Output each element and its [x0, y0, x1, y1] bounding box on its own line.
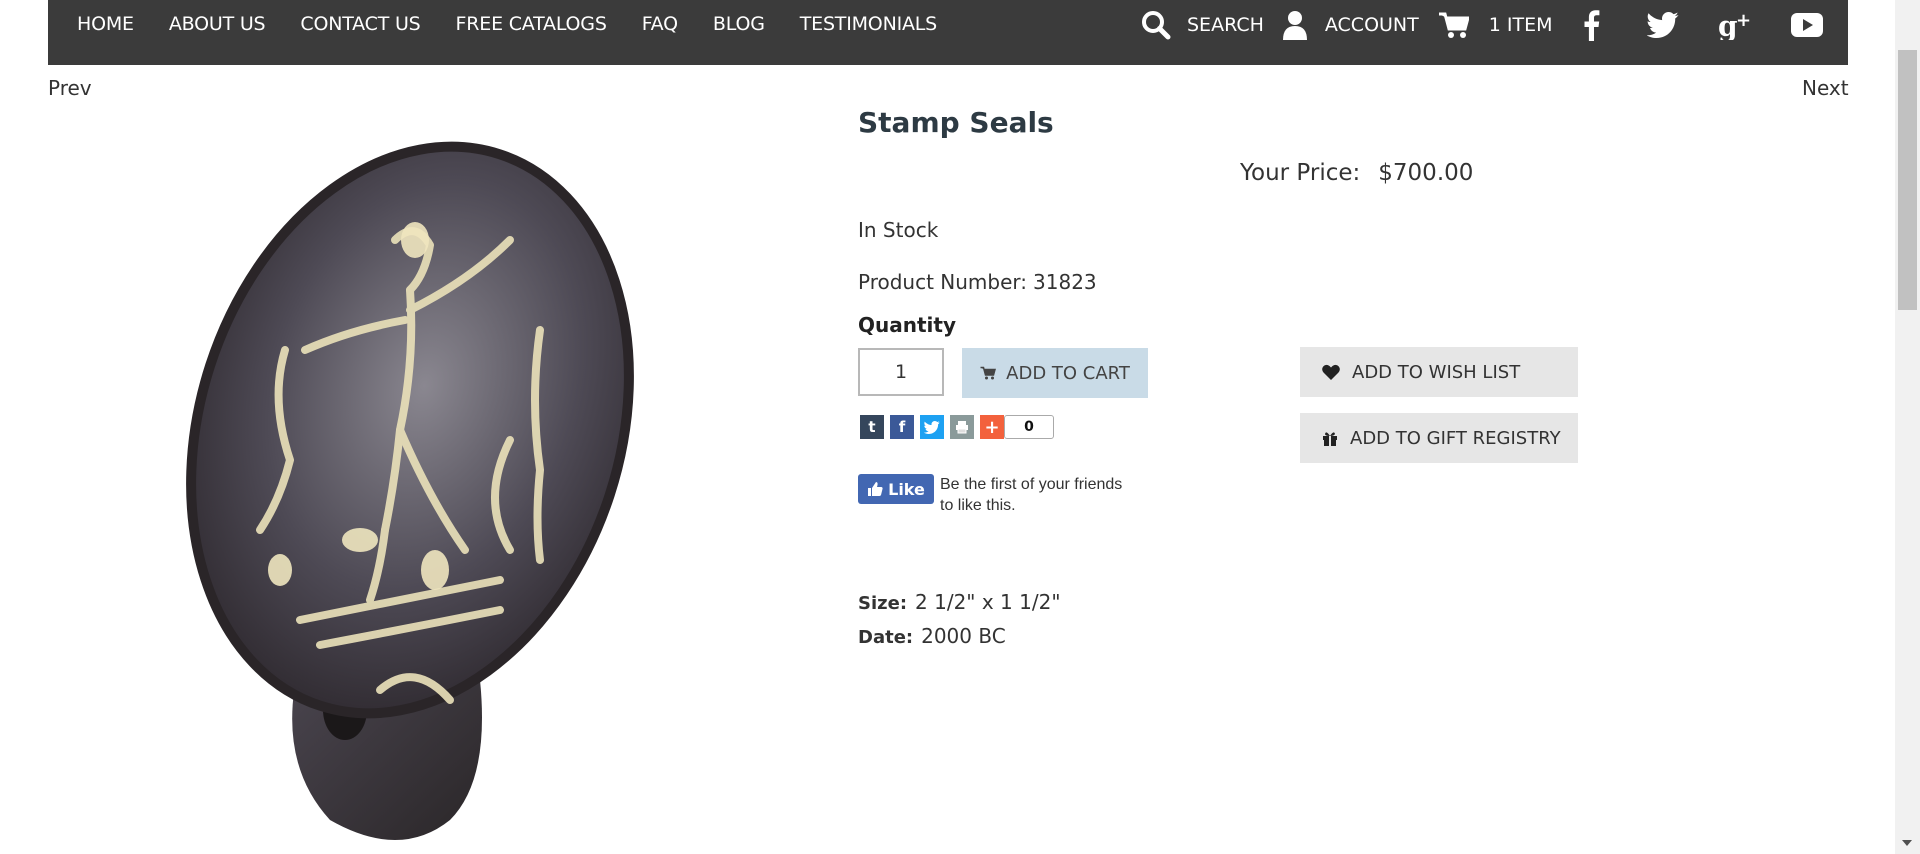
- quantity-label: Quantity: [858, 313, 956, 337]
- product-image: [186, 141, 634, 840]
- twitter-link[interactable]: [1643, 8, 1683, 42]
- add-to-cart-button[interactable]: ADD TO CART: [962, 348, 1148, 398]
- stock-status: In Stock: [858, 218, 939, 242]
- product-number: Product Number: 31823: [858, 270, 1097, 294]
- scroll-down-arrow-icon[interactable]: [1900, 838, 1914, 848]
- top-navbar: HOME ABOUT US CONTACT US FREE CATALOGS F…: [48, 0, 1848, 65]
- tumblr-icon: t: [868, 418, 876, 436]
- nav-free-catalogs[interactable]: FREE CATALOGS: [456, 13, 607, 35]
- account-link[interactable]: ACCOUNT: [1282, 10, 1419, 40]
- svg-text:g: g: [1718, 10, 1738, 40]
- youtube-icon: [1790, 13, 1823, 37]
- add-to-wishlist-label: ADD TO WISH LIST: [1352, 361, 1521, 383]
- cart-icon: [1438, 12, 1469, 38]
- plus-icon: +: [984, 416, 1000, 438]
- nav-blog[interactable]: BLOG: [713, 13, 765, 35]
- search-icon: [1142, 11, 1171, 40]
- facebook-link[interactable]: [1571, 8, 1611, 42]
- size-value: 2 1/2" x 1 1/2": [915, 590, 1061, 614]
- product-title: Stamp Seals: [858, 106, 1054, 139]
- date-value: 2000 BC: [921, 624, 1006, 648]
- cart-icon: [980, 366, 997, 380]
- nav-home[interactable]: HOME: [77, 13, 134, 35]
- spec-date: Date: 2000 BC: [858, 624, 1006, 648]
- add-to-gift-registry-button[interactable]: ADD TO GIFT REGISTRY: [1300, 413, 1578, 463]
- tumblr-share-button[interactable]: t: [860, 415, 884, 439]
- price-label: Your Price:: [1240, 160, 1361, 186]
- cart-link[interactable]: 1 ITEM: [1438, 11, 1553, 39]
- user-icon: [1282, 11, 1307, 40]
- twitter-icon: [1646, 12, 1679, 38]
- cart-label: 1 ITEM: [1488, 14, 1553, 36]
- price-row: Your Price: $700.00: [1240, 160, 1473, 186]
- nav-faq[interactable]: FAQ: [642, 13, 678, 35]
- facebook-icon: [1584, 10, 1599, 41]
- google-plus-link[interactable]: g +: [1715, 8, 1755, 42]
- facebook-share-button[interactable]: f: [890, 415, 914, 439]
- add-to-gift-registry-label: ADD TO GIFT REGISTRY: [1350, 427, 1561, 449]
- gift-icon: [1323, 432, 1337, 446]
- main-nav: HOME ABOUT US CONTACT US FREE CATALOGS F…: [77, 13, 972, 35]
- account-label: ACCOUNT: [1324, 14, 1419, 36]
- prev-link[interactable]: Prev: [48, 76, 92, 100]
- product-number-label: Product Number:: [858, 270, 1028, 294]
- size-label: Size:: [858, 593, 908, 614]
- share-bar: t f + 0: [860, 415, 1054, 439]
- print-icon: [956, 421, 968, 434]
- search-link[interactable]: SEARCH: [1141, 10, 1264, 40]
- thumbs-up-icon: [868, 482, 883, 496]
- facebook-like-button[interactable]: Like: [858, 474, 934, 504]
- nav-testimonials[interactable]: TESTIMONIALS: [800, 13, 937, 35]
- quantity-input[interactable]: [858, 348, 944, 396]
- nav-utilities: SEARCH ACCOUNT 1 ITEM g +: [1141, 8, 1827, 42]
- price-value: $700.00: [1378, 160, 1474, 186]
- youtube-link[interactable]: [1787, 8, 1827, 42]
- date-label: Date:: [858, 627, 914, 648]
- google-plus-icon: g +: [1718, 10, 1751, 40]
- share-count: 0: [1004, 415, 1054, 439]
- facebook-like-label: Like: [888, 479, 925, 499]
- twitter-share-button[interactable]: [920, 415, 944, 439]
- product-number-value: 31823: [1033, 270, 1097, 294]
- nav-contact-us[interactable]: CONTACT US: [300, 13, 420, 35]
- spec-size: Size: 2 1/2" x 1 1/2": [858, 590, 1061, 614]
- facebook-icon: f: [898, 418, 906, 436]
- twitter-icon: [924, 420, 940, 434]
- svg-text:+: +: [1736, 10, 1751, 31]
- heart-icon: [1322, 364, 1340, 380]
- print-share-button[interactable]: [950, 415, 974, 439]
- facebook-like-text: Be the first of your friends to like thi…: [940, 476, 1123, 514]
- search-label: SEARCH: [1187, 14, 1264, 36]
- addthis-share-button[interactable]: +: [980, 415, 1004, 439]
- add-to-cart-label: ADD TO CART: [1006, 362, 1130, 384]
- next-link[interactable]: Next: [1802, 76, 1849, 100]
- scrollbar-thumb[interactable]: [1898, 50, 1917, 310]
- nav-about-us[interactable]: ABOUT US: [169, 13, 266, 35]
- add-to-wishlist-button[interactable]: ADD TO WISH LIST: [1300, 347, 1578, 397]
